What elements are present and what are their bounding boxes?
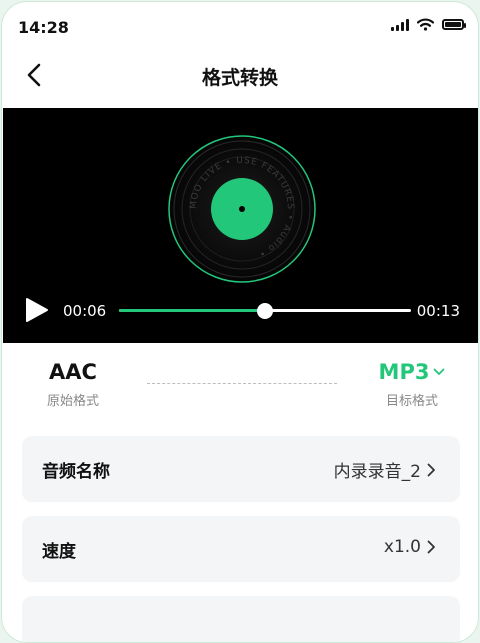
chevron-down-icon[interactable] <box>433 368 445 376</box>
phone-frame: 14:28 格式转换 MOO LIVE • USE FEATURES • Aud… <box>1 1 479 643</box>
setting-label: 速度 <box>42 542 76 562</box>
setting-label: 音频名称 <box>42 462 110 482</box>
target-format-label: 目标格式 <box>385 394 438 409</box>
status-icons <box>391 18 466 31</box>
progress-bar[interactable] <box>119 302 411 319</box>
chevron-right-icon <box>427 540 435 554</box>
status-bar: 14:28 <box>2 2 478 52</box>
target-format-value[interactable]: MP3 <box>379 360 430 384</box>
wifi-icon <box>417 18 434 31</box>
progress-knob[interactable] <box>257 302 273 319</box>
vinyl-disc-icon: MOO LIVE • USE FEATURES • Audio • <box>168 135 316 283</box>
progress-fill <box>119 309 265 312</box>
source-format: AAC 原始格式 <box>28 360 118 409</box>
page-title: 格式转换 <box>201 67 278 89</box>
status-time: 14:28 <box>18 18 69 37</box>
battery-icon <box>442 19 466 30</box>
setting-speed[interactable]: 速度 x1.0 <box>22 516 460 582</box>
format-divider <box>147 383 337 384</box>
source-format-value: AAC <box>49 360 97 384</box>
setting-audio-name[interactable]: 音频名称 内录录音_2 <box>22 436 460 502</box>
nav-bar: 格式转换 <box>2 50 478 100</box>
total-time: 00:13 <box>416 302 460 320</box>
setting-value: x1.0 <box>383 537 421 557</box>
setting-value: 内录录音_2 <box>333 462 421 482</box>
signal-icon <box>391 18 409 31</box>
format-row: AAC 原始格式 MP3 目标格式 <box>2 352 478 422</box>
play-icon[interactable] <box>25 297 49 323</box>
target-format-selector[interactable]: MP3 目标格式 <box>372 360 452 409</box>
audio-player: MOO LIVE • USE FEATURES • Audio • 00:06 … <box>3 108 478 343</box>
source-format-label: 原始格式 <box>46 394 99 409</box>
current-time: 00:06 <box>63 302 107 320</box>
chevron-right-icon <box>427 463 435 476</box>
